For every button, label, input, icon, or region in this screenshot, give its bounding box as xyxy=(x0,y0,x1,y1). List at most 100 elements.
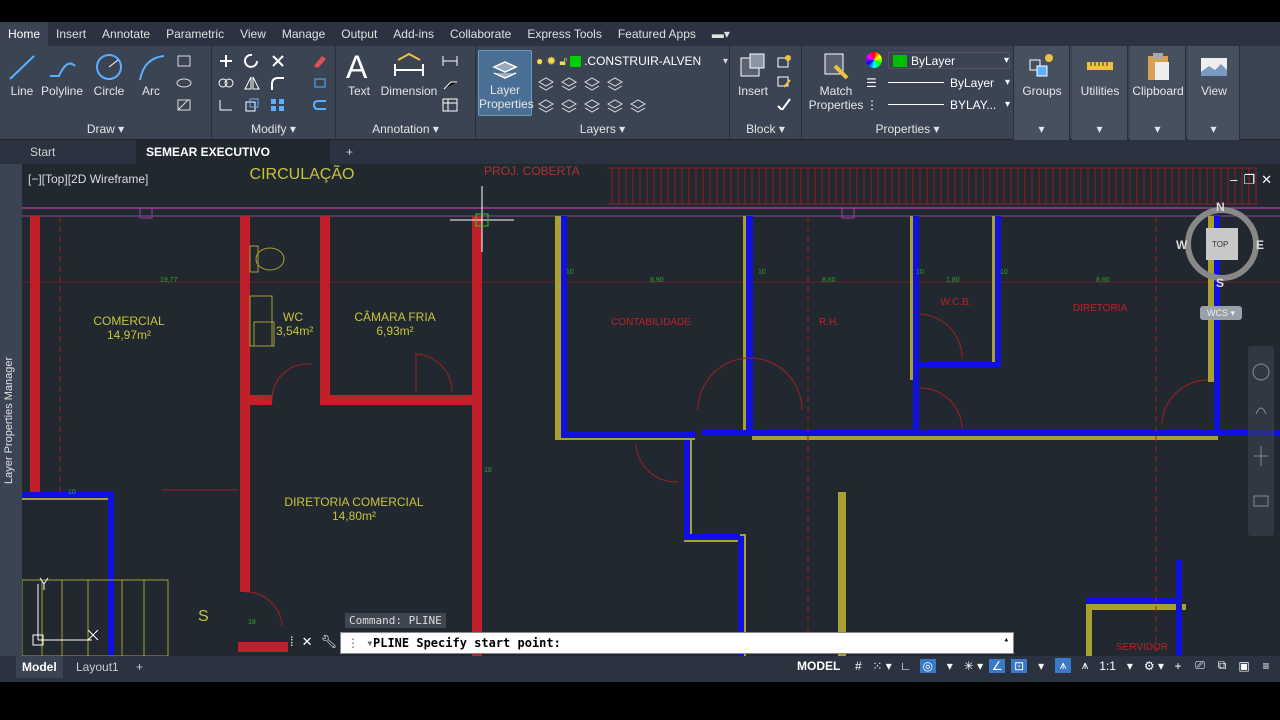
layout1-tab[interactable]: Layout1 xyxy=(70,656,125,678)
tab-express-tools[interactable]: Express Tools xyxy=(519,22,609,46)
grip-icon[interactable]: ⁞ xyxy=(290,634,294,650)
arc-button[interactable]: Arc xyxy=(134,52,168,98)
ellipse-icon[interactable] xyxy=(176,76,192,90)
tab-view[interactable]: View xyxy=(232,22,274,46)
layer-properties-palette[interactable]: Layer Properties Manager xyxy=(0,164,22,656)
viewcube-top-face[interactable]: TOP xyxy=(1212,240,1228,249)
table-icon[interactable] xyxy=(442,98,458,112)
compass-east[interactable]: E xyxy=(1256,238,1264,252)
plus-icon[interactable]: + xyxy=(1170,659,1186,673)
tab-home[interactable]: Home xyxy=(0,22,49,46)
linetype-dropdown[interactable]: ByLayer ▾ xyxy=(888,74,1010,91)
customize-wrench-icon[interactable]: 🔧︎ xyxy=(321,634,338,650)
utilities-panel[interactable]: Utilities ▾ xyxy=(1072,46,1128,140)
rectangle-icon[interactable] xyxy=(176,54,192,68)
tab-add-ins[interactable]: Add-ins xyxy=(385,22,442,46)
tab-insert[interactable]: Insert xyxy=(48,22,94,46)
menu-icon[interactable]: ≡ xyxy=(1258,659,1274,673)
compass-south[interactable]: S xyxy=(1216,276,1224,290)
scale-icon[interactable] xyxy=(244,98,260,112)
tab-featured-apps[interactable]: Featured Apps xyxy=(610,22,704,46)
drawing-viewport[interactable]: 19,77 8,90 8,60 8,60 1,80 10 10 10 10 18 18 10 [… xyxy=(22,164,1280,656)
line-button[interactable]: Line xyxy=(6,52,38,98)
navigation-bar[interactable] xyxy=(1248,346,1274,536)
close-icon[interactable]: ✕ xyxy=(302,634,313,650)
view-panel[interactable]: View ▾ xyxy=(1188,46,1240,140)
caret-up-icon[interactable]: ▴ xyxy=(1004,630,1009,650)
layer-properties-button[interactable]: Layer Properties xyxy=(478,50,534,116)
tab-parametric[interactable]: Parametric xyxy=(158,22,232,46)
lineweight-dropdown[interactable]: BYLAY... ▾ xyxy=(888,96,1010,113)
quick-properties-icon[interactable]: ⧉ xyxy=(1214,658,1230,673)
compass-north[interactable]: N xyxy=(1216,200,1225,214)
close-icon[interactable]: ✕ xyxy=(1261,172,1272,188)
create-block-icon[interactable] xyxy=(776,54,792,68)
tab-annotate[interactable]: Annotate xyxy=(94,22,158,46)
edit-block-icon[interactable] xyxy=(776,74,792,88)
move-icon[interactable] xyxy=(218,54,234,68)
stretch-icon[interactable] xyxy=(218,98,234,112)
chevron-down-icon[interactable]: ▾ xyxy=(942,659,958,673)
command-input[interactable]: ⋮ ▾ PLINE Specify start point: ▴ xyxy=(340,632,1014,654)
isodraft-icon[interactable]: ✳ ▾ xyxy=(964,659,983,673)
minimize-icon[interactable]: – xyxy=(1230,172,1237,188)
layer-tools-icons[interactable] xyxy=(536,74,646,116)
auto-scale-icon[interactable]: ⩚ xyxy=(1077,658,1093,673)
annotation-panel-title[interactable]: Annotation ▾ xyxy=(336,122,475,136)
ribbon-options-icon[interactable]: ▬▾ xyxy=(704,22,738,46)
ortho-icon[interactable]: ∟ xyxy=(898,659,914,673)
array-icon[interactable] xyxy=(270,98,286,112)
tab-output[interactable]: Output xyxy=(333,22,385,46)
clipboard-panel[interactable]: Clipboard ▾ xyxy=(1130,46,1186,140)
drawing-tab[interactable]: SEMEAR EXECUTIVO 12.09.22* ✕ xyxy=(136,140,330,183)
grid-icon[interactable]: # xyxy=(850,659,866,673)
properties-panel-title[interactable]: Properties ▾ xyxy=(802,122,1013,136)
units-icon[interactable]: ⎚ xyxy=(1192,658,1208,673)
match-properties-button[interactable]: Match Properties xyxy=(808,52,864,112)
viewport-controls[interactable]: [−][Top][2D Wireframe] xyxy=(28,172,148,186)
chevron-down-icon[interactable]: ▾ xyxy=(1033,659,1049,673)
block-panel-title[interactable]: Block ▾ xyxy=(730,122,801,136)
osnap-tracking-icon[interactable]: ∠ xyxy=(989,658,1006,673)
model-tab[interactable]: Model xyxy=(16,656,63,678)
leader-icon[interactable] xyxy=(442,76,458,90)
draw-panel-title[interactable]: Draw ▾ xyxy=(0,122,211,136)
tab-collaborate[interactable]: Collaborate xyxy=(442,22,519,46)
polyline-button[interactable]: Polyline xyxy=(40,52,84,98)
chevron-down-icon[interactable]: ▾ xyxy=(1122,659,1138,673)
model-space-button[interactable]: MODEL xyxy=(793,659,844,673)
compass-west[interactable]: W xyxy=(1176,238,1187,252)
circle-button[interactable]: Circle xyxy=(90,52,128,98)
offset-icon[interactable] xyxy=(312,98,328,112)
fillet-icon[interactable] xyxy=(270,76,286,90)
trim-icon[interactable] xyxy=(270,54,286,68)
erase-icon[interactable] xyxy=(312,54,328,68)
object-snap-icon[interactable]: ⊡ xyxy=(1011,658,1028,673)
copy-icon[interactable] xyxy=(218,76,234,90)
color-dropdown[interactable]: ByLayer ▾ xyxy=(888,52,1010,69)
rotate-icon[interactable] xyxy=(244,54,260,68)
fullscreen-icon[interactable]: ▣ xyxy=(1236,659,1252,673)
restore-icon[interactable]: ❐ xyxy=(1243,172,1255,188)
modify-panel-title[interactable]: Modify ▾ xyxy=(212,122,335,136)
insert-button[interactable]: Insert xyxy=(734,52,772,98)
annotation-visibility-icon[interactable]: ⩚ xyxy=(1055,658,1072,673)
annotation-scale[interactable]: 1:1 xyxy=(1099,659,1116,673)
gear-icon[interactable]: ⚙ ▾ xyxy=(1144,659,1164,673)
add-layout-button[interactable]: + xyxy=(130,656,149,678)
polar-icon[interactable]: ◎ xyxy=(919,658,936,673)
linear-dim-icon[interactable] xyxy=(442,54,458,68)
new-tab-button[interactable]: + xyxy=(336,140,363,164)
snap-icon[interactable]: ⁙ ▾ xyxy=(872,659,891,673)
wcs-menu[interactable]: WCS ▾ xyxy=(1200,306,1242,320)
layer-dropdown[interactable]: ● ✹ 🔓︎ .CONSTRUIR-ALVEN ▾ xyxy=(536,52,728,70)
hatch-icon[interactable] xyxy=(176,98,192,112)
mirror-icon[interactable] xyxy=(244,76,260,90)
start-tab[interactable]: Start xyxy=(20,140,136,164)
explode-icon[interactable] xyxy=(312,76,328,90)
viewcube[interactable]: N S E W TOP xyxy=(1176,200,1264,290)
layers-panel-title[interactable]: Layers ▾ xyxy=(476,122,729,136)
text-button[interactable]: A Text xyxy=(342,50,376,98)
tab-manage[interactable]: Manage xyxy=(274,22,333,46)
dimension-button[interactable]: Dimension xyxy=(380,50,438,98)
